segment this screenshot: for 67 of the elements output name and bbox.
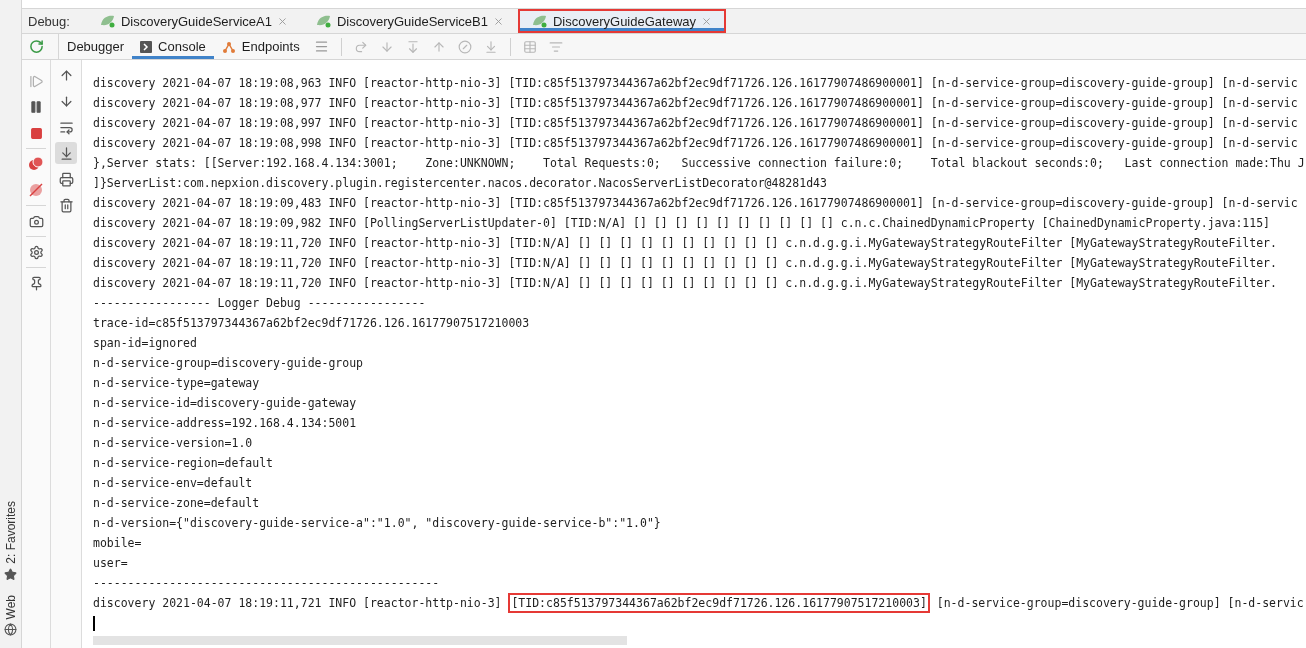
log-line: n-d-version={"discovery-guide-service-a":"1.0", "discovery-guide-service-b":"1.0"} — [93, 515, 662, 532]
pin-icon[interactable] — [28, 275, 44, 291]
session-tab[interactable]: DiscoveryGuideServiceA1 — [85, 9, 302, 33]
log-line: -------------------------------------------------- — [93, 575, 441, 592]
tool-window-button[interactable]: Web — [3, 594, 18, 636]
log-line: discovery 2021-04-07 18:19:11,720 INFO [reactor-http-nio-3] [TID:N/A] [] [] [] [] [] [] [] [] [] [] c.n.d.g.g.i.MyGatewayStrategyRouteFilter [MyGatewayStrategyRouteFilter. — [93, 235, 1278, 252]
log-line: discovery 2021-04-07 18:19:08,997 INFO [reactor-http-nio-3] [TID:c85f513797344367a62bf2ec9df71726.126.16177907486900001] [n-d-service-group=discovery-guide-group] [n-d-servic — [93, 115, 1299, 132]
tool-tab[interactable]: Console — [132, 34, 214, 59]
force-step-into-icon[interactable] — [405, 39, 420, 54]
tab-label: DiscoveryGuideGateway — [552, 13, 696, 29]
session-tab[interactable]: DiscoveryGuideServiceB1 — [301, 9, 518, 33]
rerun-icon[interactable] — [28, 39, 44, 54]
horizontal-scrollbar[interactable] — [93, 636, 627, 645]
log-line: discovery 2021-04-07 18:19:09,982 INFO [PollingServerListUpdater-0] [TID:N/A] [] [] [] [] [] [] [] [] [] [] c.n.c.ChainedDynamicProperty [ChainedDynamicProperty.java:115] — [93, 215, 1271, 232]
menu-icon[interactable] — [313, 39, 329, 54]
resume-icon[interactable] — [28, 73, 44, 89]
stop-icon[interactable] — [29, 126, 43, 140]
log-line: discovery 2021-04-07 18:19:09,483 INFO [reactor-http-nio-3] [TID:c85f513797344367a62bf2ec9df71726.126.16177907486900001] [n-d-service-group=discovery-guide-group] [n-d-servic — [93, 195, 1299, 212]
camera-icon[interactable] — [28, 213, 44, 229]
log-line: discovery 2021-04-07 18:19:11,720 INFO [reactor-http-nio-3] [TID:N/A] [] [] [] [] [] [] [] [] [] [] c.n.d.g.g.i.MyGatewayStrategyRouteFilter [MyGatewayStrategyRouteFilter. — [93, 275, 1278, 292]
log-line: n-d-service-region=default — [93, 455, 274, 472]
table-icon[interactable] — [522, 39, 537, 54]
log-line: n-d-service-type=gateway — [93, 375, 261, 392]
session-tab[interactable]: DiscoveryGuideGateway — [517, 9, 726, 33]
settings-icon[interactable] — [28, 244, 44, 260]
close-icon[interactable] — [276, 15, 288, 27]
run-to-cursor-icon[interactable] — [483, 39, 498, 54]
close-icon[interactable] — [701, 15, 712, 27]
endpoints-icon — [221, 39, 236, 54]
log-line: mobile= — [93, 535, 143, 552]
close-icon[interactable] — [492, 15, 504, 27]
log-line: discovery 2021-04-07 18:19:08,977 INFO [reactor-http-nio-3] [TID:c85f513797344367a62bf2ec9df71726.126.16177907486900001] [n-d-service-group=discovery-guide-group] [n-d-servic — [93, 95, 1299, 112]
tool-tab[interactable]: Debugger — [58, 34, 133, 59]
tool-tab[interactable]: Endpoints — [213, 34, 308, 59]
step-out-icon[interactable] — [431, 39, 446, 54]
pause-icon[interactable] — [29, 100, 43, 114]
log-line: n-d-service-env=default — [93, 475, 254, 492]
log-line: ----------------- Logger Debug ----------------- — [93, 295, 427, 312]
log-line: discovery 2021-04-07 18:19:08,963 INFO [reactor-http-nio-3] [TID:c85f513797344367a62bf2ec9df71726.126.16177907486900001] [n-d-service-group=discovery-guide-group] [n-d-servic — [93, 75, 1299, 92]
step-into-icon[interactable] — [379, 39, 394, 54]
log-line: n-d-service-group=discovery-guide-group — [93, 355, 365, 372]
log-text: [n-d-service-group=discovery-guide-group] [n-d-servic — [935, 596, 1304, 610]
tab-label: DiscoveryGuideServiceA1 — [120, 13, 272, 29]
log-line: n-d-service-version=1.0 — [93, 435, 254, 452]
tool-window-button[interactable]: 2: Favorites — [3, 500, 18, 581]
star-icon — [4, 567, 17, 581]
log-line: span-id=ignored — [93, 335, 198, 352]
log-text: discovery 2021-04-07 18:19:11,721 INFO [reactor-http-nio-3] — [93, 596, 503, 610]
log-line: discovery 2021-04-07 18:19:11,720 INFO [reactor-http-nio-3] [TID:N/A] [] [] [] [] [] [] [] [] [] [] c.n.d.g.g.i.MyGatewayStrategyRouteFilter [MyGatewayStrategyRouteFilter. — [93, 255, 1278, 272]
log-line: n-d-service-zone=default — [93, 495, 261, 512]
log-line: ]}ServerList:com.nepxion.discovery.plugin.registercenter.nacos.decorator.NacosServerListDecorator@48281d43 — [93, 175, 828, 192]
log-line: trace-id=c85f513797344367a62bf2ec9df71726.126.16177907517210003 — [93, 315, 531, 332]
debug-label: Debug: — [28, 13, 70, 29]
log-line: },Server stats: [[Server:192.168.4.134:3001; Zone:UNKNOWN; Total Requests:0; Successive connection failure:0; Total blackout seconds:0; Last connection made:Thu J — [93, 155, 1306, 172]
log-line: discovery 2021-04-07 18:19:08,998 INFO [reactor-http-nio-3] [TID:c85f513797344367a62bf2ec9df71726.126.16177907486900001] [n-d-service-group=discovery-guide-group] [n-d-servic — [93, 135, 1299, 152]
highlighted-log-text: [TID:c85f513797344367a62bf2ec9df71726.126.16177907517210003] — [508, 593, 930, 613]
log-line: n-d-service-id=discovery-guide-gateway — [93, 395, 358, 412]
drop-frame-icon[interactable] — [457, 39, 472, 54]
log-line: user= — [93, 555, 129, 572]
globe-icon — [4, 623, 17, 636]
mute-breakpoints-icon[interactable] — [28, 182, 44, 198]
console-icon — [140, 40, 153, 53]
step-over-icon[interactable] — [353, 39, 368, 54]
breakpoints-icon[interactable] — [28, 156, 44, 172]
scroll-to-end-icon[interactable] — [55, 142, 77, 164]
log-line: n-d-service-address=192.168.4.134:5001 — [93, 415, 358, 432]
tab-label: DiscoveryGuideServiceB1 — [336, 13, 488, 29]
